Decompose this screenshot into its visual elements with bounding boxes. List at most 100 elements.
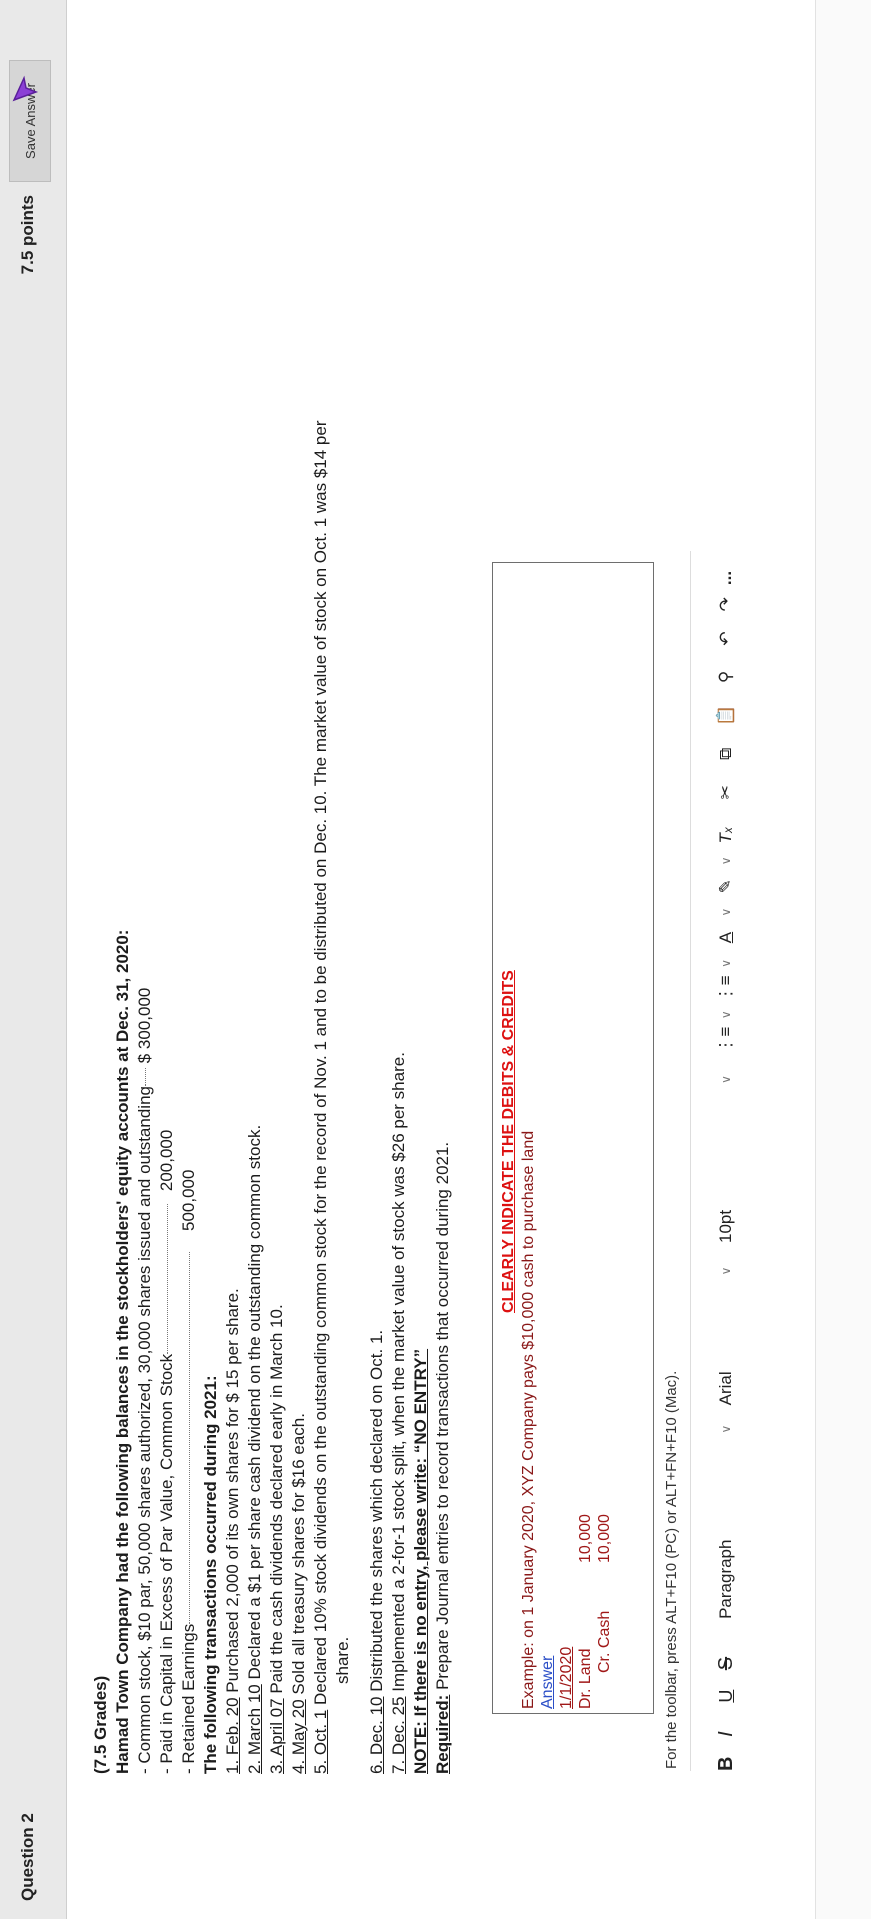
transaction-7: 7. Dec. 25 Implemented a 2-for-1 stock s… [388, 274, 410, 1774]
transaction-text: Declared a $1 per share cash dividend on… [245, 1124, 264, 1685]
transaction-2: 2. March 10 Declared a $1 per share cash… [244, 274, 266, 1774]
highlight-button[interactable]: ✎ ∨ [711, 850, 741, 901]
search-icon: ⚲ [716, 670, 735, 684]
text-color-button[interactable]: A ∨ [711, 901, 741, 952]
transaction-5-continued: share. [333, 1636, 352, 1684]
note-no-entry: NOTE: If there is no entry, please write… [411, 1348, 430, 1774]
clear-format-icon: Tₓ [716, 826, 735, 844]
grades-label: (7.5 Grades) [91, 1675, 110, 1774]
leader-dots [167, 1203, 169, 1354]
highlighter-icon: ✎ [716, 879, 735, 894]
balance-label: - Common stock, $10 par, 50,000 shares a… [135, 1086, 154, 1774]
leader-dots [189, 1251, 191, 1624]
debit-account: Dr. Land [577, 1648, 594, 1709]
example-date: 1/1/2020 [558, 1646, 575, 1709]
paragraph-label: Paragraph [716, 1539, 735, 1619]
underline-label: U [715, 1689, 736, 1703]
cut-button[interactable]: ✂ [711, 769, 741, 807]
clear-format-button[interactable]: Tₓ [711, 807, 741, 850]
balance-amount: 200,000 [157, 1129, 176, 1192]
paragraph-select[interactable]: Paragraph ∨ [716, 1405, 736, 1619]
answer-label: Answer [539, 1655, 556, 1709]
required-label: Required: [433, 1694, 452, 1774]
paste-button[interactable]: 📋 [711, 692, 741, 730]
undo-icon: ↶ [716, 631, 735, 646]
redo-button[interactable]: ↷ [711, 585, 741, 619]
screen: Question 2 7.5 points Save Answer (7.5 G… [0, 0, 871, 1919]
balance-row: - Common stock, $10 par, 50,000 shares a… [134, 274, 156, 1774]
balance-row: - Paid in Capital in Excess of Par Value… [156, 274, 178, 1774]
balance-amount: $ 300,000 [135, 987, 154, 1064]
font-size-select[interactable]: 10pt ∨ [716, 1055, 736, 1243]
question-header: Question 2 7.5 points Save Answer [0, 0, 67, 1919]
pointer-cursor-icon [12, 75, 39, 102]
chevron-down-icon: ∨ [719, 1075, 733, 1084]
balance-row: - Retained Earnings 500,000 [178, 274, 200, 1774]
credit-account: Cr. Cash [596, 1610, 613, 1673]
answer-editor[interactable]: CLEARLY INDICATE THE DEBITS & CREDITS Ex… [492, 562, 654, 1714]
question-body: (7.5 Grades) Hamad Town Company had the … [90, 274, 454, 1775]
undo-button[interactable]: ↶ [711, 619, 741, 653]
editor-bottom-strip [815, 0, 871, 1919]
example-text: Example: on 1 January 2020, XYZ Company … [520, 1130, 537, 1709]
transaction-text: Sold all treasury shares for $16 each. [289, 1413, 308, 1700]
bold-button[interactable]: B [715, 1737, 738, 1771]
chevron-down-icon: ∨ [719, 959, 733, 968]
transaction-date: 7. Dec. 25 [389, 1696, 408, 1775]
chevron-down-icon: ∨ [719, 1424, 733, 1434]
chevron-down-icon: ∨ [719, 1266, 733, 1276]
transactions-heading: The following transactions occurred duri… [201, 1375, 220, 1774]
font-select[interactable]: Arial ∨ [716, 1243, 736, 1406]
credit-amount: 10,000 [596, 1514, 613, 1563]
find-button[interactable]: ⚲ [711, 653, 741, 691]
chevron-down-icon: ∨ [719, 907, 733, 917]
transaction-text: Distributed the shares which declared on… [367, 1329, 386, 1697]
transaction-date: 1. Feb. 20 [223, 1697, 242, 1774]
font-label: Arial [716, 1371, 735, 1406]
italic-label: I [714, 1731, 737, 1737]
question-title: Question 2 [18, 1813, 37, 1901]
transaction-4: 4. May 20 Sold all treasury shares for $… [288, 274, 310, 1774]
paste-icon: 📋 [716, 704, 735, 726]
bullet-list-button[interactable]: ⋮≡ ∨ [711, 1004, 741, 1055]
redo-icon: ↷ [716, 597, 735, 612]
chevron-down-icon: ∨ [719, 856, 733, 866]
debit-amount: 10,000 [577, 1514, 594, 1563]
editor-toolbar: B I U S Paragraph ∨ Arial ∨ 10pt ∨ ⋮≡ ∨ ⋮≡ ∨ … [690, 551, 761, 1771]
transaction-date: 2. March 10 [245, 1684, 264, 1774]
transaction-text: Paid the cash dividends declared early i… [267, 1304, 286, 1699]
strikethrough-button[interactable]: S [715, 1619, 738, 1670]
leader-dots [145, 1068, 147, 1086]
numbered-list-icon: ⋮≡ [716, 975, 735, 1003]
transaction-1: 1. Feb. 20 Purchased 2,000 of its own sh… [222, 274, 244, 1774]
numbered-list-button[interactable]: ⋮≡ ∨ [711, 953, 741, 1004]
question-points: 7.5 points [18, 195, 37, 275]
scissors-icon: ✂ [716, 785, 735, 800]
debits-credits-emphasis: CLEARLY INDICATE THE DEBITS & CREDITS [500, 970, 517, 1313]
balance-label: - Paid in Capital in Excess of Par Value… [157, 1353, 176, 1774]
transaction-text: Implemented a 2-for-1 stock split, when … [389, 1052, 408, 1697]
text-color-icon: A [716, 931, 735, 944]
toolbar-hint: For the toolbar, press ALT+F10 (PC) or A… [663, 1370, 680, 1769]
more-options-button[interactable]: ... [716, 551, 736, 585]
transaction-date: 6. Dec. 10 [367, 1696, 386, 1775]
copy-button[interactable]: ⧉ [711, 730, 741, 768]
italic-button[interactable]: I [715, 1703, 738, 1737]
transaction-text: Purchased 2,000 of its own shares for $ … [223, 1288, 242, 1698]
transaction-text: Declared 10% stock dividends on the outs… [311, 420, 330, 1710]
question-intro: Hamad Town Company had the following bal… [113, 929, 132, 1774]
copy-icon: ⧉ [716, 747, 735, 760]
transaction-5: 5. Oct. 1 Declared 10% stock dividends o… [310, 274, 332, 1775]
underline-button[interactable]: U [715, 1670, 737, 1703]
bold-label: B [714, 1756, 737, 1771]
transaction-3: 3. April 07 Paid the cash dividends decl… [266, 274, 288, 1774]
strike-label: S [714, 1656, 737, 1671]
required-text: Prepare Journal entries to record transa… [433, 1141, 452, 1695]
required-instruction: Required: Prepare Journal entries to rec… [432, 274, 454, 1774]
balance-label: - Retained Earnings [179, 1623, 198, 1774]
more-icon: ... [716, 570, 735, 586]
chevron-down-icon: ∨ [719, 1010, 733, 1020]
bullet-list-icon: ⋮≡ [716, 1026, 735, 1054]
balance-amount: 500,000 [179, 1169, 198, 1231]
transaction-date: 4. May 20 [289, 1699, 308, 1774]
